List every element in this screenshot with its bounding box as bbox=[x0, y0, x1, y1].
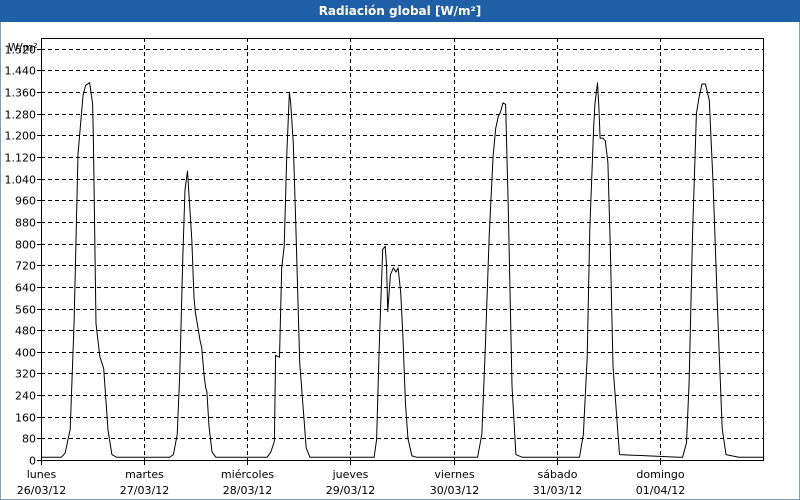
y-tick-label: 1.360 bbox=[5, 87, 37, 100]
y-tick-label: 800 bbox=[15, 239, 36, 252]
x-tick-date-label: 31/03/12 bbox=[533, 484, 582, 497]
x-tick-day-label: jueves bbox=[332, 468, 369, 481]
y-tick-label: 880 bbox=[15, 217, 36, 230]
y-tick-label: 480 bbox=[15, 325, 36, 338]
x-tick-date-label: 01/04/12 bbox=[636, 484, 685, 497]
y-tick-label: 1.200 bbox=[5, 130, 37, 143]
y-tick-label: 1.520 bbox=[5, 44, 37, 57]
y-tick-label: 320 bbox=[15, 368, 36, 381]
y-tick-label: 960 bbox=[15, 195, 36, 208]
x-tick-date-label: 26/03/12 bbox=[17, 484, 66, 497]
series-line bbox=[41, 82, 763, 458]
y-tick-label: 400 bbox=[15, 347, 36, 360]
y-tick-label: 1.120 bbox=[5, 152, 37, 165]
y-tick-label: 640 bbox=[15, 282, 36, 295]
y-tick-label: 0 bbox=[29, 455, 36, 468]
y-tick-label: 80 bbox=[22, 433, 36, 446]
y-axis-ticks: 0 80 160 240 320 400 480 560 640 720 800 880 960 1.04… bbox=[5, 44, 41, 468]
y-tick-label: 240 bbox=[15, 390, 36, 403]
y-tick-label: 560 bbox=[15, 304, 36, 317]
x-tick-date-label: 28/03/12 bbox=[223, 484, 272, 497]
y-tick-label: 1.440 bbox=[5, 65, 37, 78]
x-tick-date-label: 30/03/12 bbox=[430, 484, 479, 497]
x-tick-day-label: sábado bbox=[538, 468, 578, 481]
x-tick-day-label: domingo bbox=[636, 468, 684, 481]
series-group bbox=[41, 82, 763, 458]
y-tick-label: 1.280 bbox=[5, 109, 37, 122]
y-tick-label: 1.040 bbox=[5, 174, 37, 187]
plot-area-border bbox=[41, 38, 764, 461]
x-tick-day-label: miércoles bbox=[221, 468, 274, 481]
gridlines bbox=[41, 38, 763, 460]
radiation-line-chart: W/m² 08016024032040048056064072080088096… bbox=[5, 38, 764, 497]
x-axis-ticks: lunes 26/03/12 martes 27/03/12 miércoles 28/0… bbox=[17, 460, 685, 497]
x-tick-day-label: lunes bbox=[27, 468, 57, 481]
x-tick-date-label: 27/03/12 bbox=[120, 484, 169, 497]
y-tick-label: 720 bbox=[15, 260, 36, 273]
x-tick-day-label: viernes bbox=[434, 468, 474, 481]
x-tick-date-label: 29/03/12 bbox=[326, 484, 375, 497]
x-tick-day-label: martes bbox=[125, 468, 164, 481]
y-tick-label: 160 bbox=[15, 412, 36, 425]
